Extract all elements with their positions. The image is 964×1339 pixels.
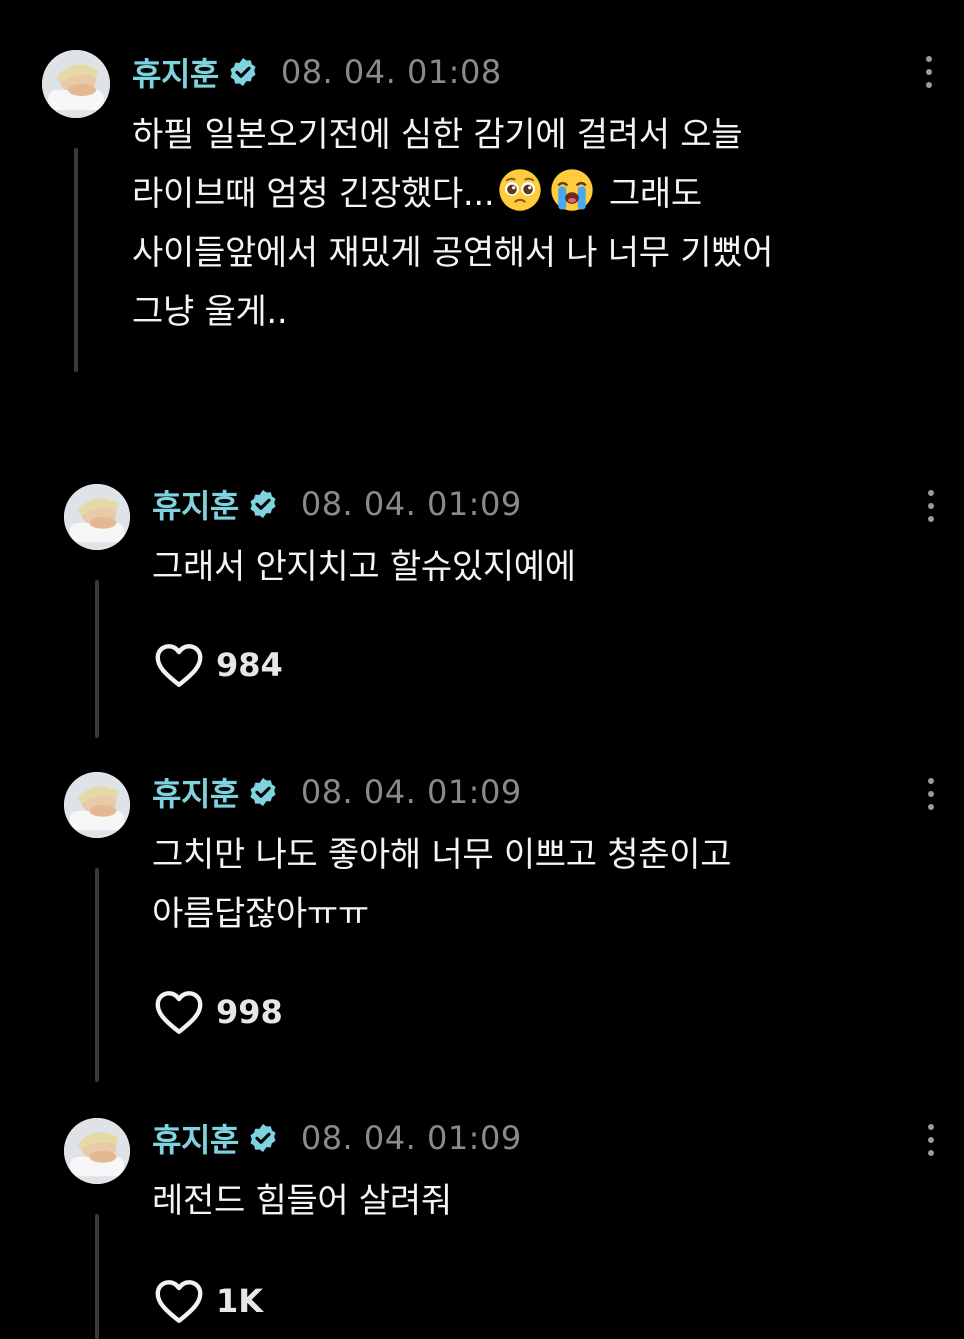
post-text-line: 아름답잖아ㅠㅠ bbox=[152, 894, 369, 934]
heart-icon bbox=[155, 1280, 203, 1323]
post-text: 그래서 안지치고 할슈있지예에 bbox=[152, 538, 932, 597]
like-count: 998 bbox=[216, 993, 283, 1031]
post-text: 하필 일본오기전에 심한 감기에 걸려서 오늘 라이브때 엄청 긴장했다... … bbox=[132, 106, 932, 342]
timestamp: 08. 04. 01:09 bbox=[300, 1119, 522, 1157]
verified-badge-icon bbox=[247, 1122, 279, 1154]
username[interactable]: 휴지훈 bbox=[152, 1115, 239, 1161]
post-header: 휴지훈 08. 04. 01:09 bbox=[152, 770, 522, 814]
username[interactable]: 휴지훈 bbox=[132, 49, 219, 95]
avatar[interactable] bbox=[42, 50, 110, 118]
timestamp: 08. 04. 01:09 bbox=[300, 773, 522, 811]
post-header: 휴지훈 08. 04. 01:09 bbox=[152, 482, 522, 526]
post-header: 휴지훈 08. 04. 01:08 bbox=[132, 50, 502, 94]
pleading-face-emoji-icon bbox=[497, 167, 543, 213]
post-text-line: 그래서 안지치고 할슈있지예에 bbox=[152, 547, 576, 587]
post-text-line: 사이들앞에서 재밌게 공연해서 나 너무 기뻤어 bbox=[132, 233, 774, 273]
more-options-icon[interactable] bbox=[926, 1124, 936, 1156]
main-post: 휴지훈 08. 04. 01:08 하필 일본오기전에 심한 감기에 걸려서 오… bbox=[0, 0, 964, 420]
post-text-segment: 라이브때 엄청 긴장했다... bbox=[132, 174, 495, 214]
post-text-line: 하필 일본오기전에 심한 감기에 걸려서 오늘 bbox=[132, 115, 743, 155]
avatar-image bbox=[64, 484, 130, 550]
post-text-line: 그냥 울게.. bbox=[132, 292, 288, 332]
verified-badge-icon bbox=[227, 56, 259, 88]
more-options-icon[interactable] bbox=[924, 56, 934, 88]
avatar-image bbox=[64, 772, 130, 838]
thread-line bbox=[95, 1214, 99, 1339]
post-text-line: 레전드 힘들어 살려줘 bbox=[152, 1181, 452, 1221]
avatar-image bbox=[42, 50, 110, 118]
avatar[interactable] bbox=[64, 484, 130, 550]
verified-badge-icon bbox=[247, 488, 279, 520]
avatar-image bbox=[64, 1118, 130, 1184]
like-count: 1K bbox=[216, 1282, 264, 1320]
like-button[interactable]: 1K bbox=[154, 1278, 263, 1324]
loudly-crying-face-emoji-icon bbox=[549, 167, 595, 213]
thread-line bbox=[95, 580, 99, 738]
post-text-line: 그치만 나도 좋아해 너무 이쁘고 청춘이고 bbox=[152, 835, 732, 875]
username[interactable]: 휴지훈 bbox=[152, 481, 239, 527]
heart-icon bbox=[155, 991, 203, 1034]
username[interactable]: 휴지훈 bbox=[152, 769, 239, 815]
verified-badge-icon bbox=[247, 776, 279, 808]
post-text-segment: 그래도 bbox=[608, 174, 702, 214]
avatar[interactable] bbox=[64, 1118, 130, 1184]
timestamp: 08. 04. 01:09 bbox=[300, 485, 522, 523]
post-text: 그치만 나도 좋아해 너무 이쁘고 청춘이고 아름답잖아ㅠㅠ bbox=[152, 826, 932, 944]
post-header: 휴지훈 08. 04. 01:09 bbox=[152, 1116, 522, 1160]
more-options-icon[interactable] bbox=[926, 778, 936, 810]
more-options-icon[interactable] bbox=[926, 490, 936, 522]
like-button[interactable]: 984 bbox=[154, 642, 283, 688]
thread-line bbox=[74, 148, 78, 372]
thread-line bbox=[95, 868, 99, 1082]
like-button[interactable]: 998 bbox=[154, 989, 283, 1035]
avatar[interactable] bbox=[64, 772, 130, 838]
like-count: 984 bbox=[216, 646, 283, 684]
timestamp: 08. 04. 01:08 bbox=[280, 53, 502, 91]
heart-icon bbox=[155, 644, 203, 687]
post-text: 레전드 힘들어 살려줘 bbox=[152, 1172, 932, 1231]
post-text-line: 라이브때 엄청 긴장했다... 그래도 bbox=[132, 165, 932, 224]
